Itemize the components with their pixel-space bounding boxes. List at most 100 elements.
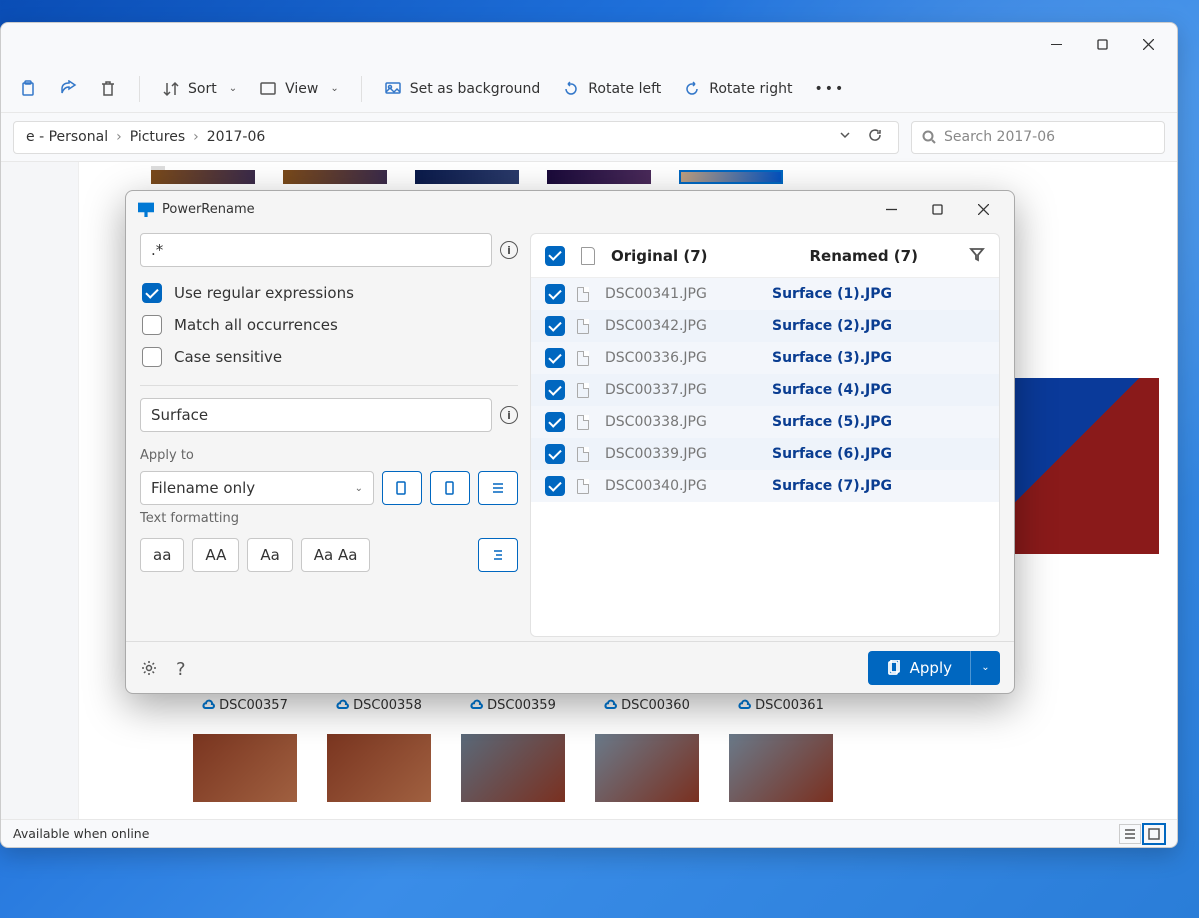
uppercase-button[interactable]: AA — [192, 538, 239, 572]
view-button[interactable]: View⌄ — [251, 72, 347, 106]
table-row[interactable]: DSC00342.JPGSurface (2).JPG — [531, 310, 999, 342]
set-background-button[interactable]: Set as background — [376, 72, 549, 106]
rotate-left-icon — [562, 80, 580, 98]
row-checkbox[interactable] — [545, 444, 565, 464]
row-checkbox[interactable] — [545, 348, 565, 368]
include-folders-button[interactable] — [430, 471, 470, 505]
file-label[interactable]: DSC00361 — [729, 698, 833, 713]
original-column-header[interactable]: Original (7) — [611, 247, 708, 265]
table-row[interactable]: DSC00339.JPGSurface (6).JPG — [531, 438, 999, 470]
file-thumbnail[interactable] — [283, 170, 387, 184]
regex-label: Use regular expressions — [174, 284, 354, 302]
breadcrumb-segment[interactable]: Pictures — [126, 129, 189, 145]
table-row[interactable]: DSC00338.JPGSurface (5).JPG — [531, 406, 999, 438]
file-icon — [577, 287, 589, 302]
regex-option[interactable]: Use regular expressions — [140, 277, 518, 309]
close-button[interactable] — [960, 194, 1006, 224]
case-label: Case sensitive — [174, 348, 282, 366]
search-input[interactable]: Search 2017-06 — [911, 121, 1165, 154]
file-thumbnail[interactable] — [461, 734, 565, 802]
file-label[interactable]: DSC00360 — [595, 698, 699, 713]
minimize-button[interactable] — [1033, 28, 1079, 60]
refresh-icon[interactable] — [868, 128, 882, 146]
include-files-button[interactable] — [382, 471, 422, 505]
share-button[interactable] — [51, 72, 85, 106]
table-row[interactable]: DSC00336.JPGSurface (3).JPG — [531, 342, 999, 374]
apply-button[interactable]: Apply ⌄ — [868, 651, 1000, 685]
row-checkbox[interactable] — [545, 412, 565, 432]
file-rows: DSC00341.JPGSurface (1).JPGDSC00342.JPGS… — [531, 278, 999, 502]
navigation-pane[interactable] — [1, 162, 79, 819]
row-checkbox[interactable] — [545, 380, 565, 400]
search-pattern-input[interactable] — [140, 233, 492, 267]
delete-button[interactable] — [91, 72, 125, 106]
file-icon — [577, 319, 589, 334]
file-thumbnail[interactable] — [193, 734, 297, 802]
select-all-checkbox[interactable] — [545, 246, 565, 266]
table-row[interactable]: DSC00341.JPGSurface (1).JPG — [531, 278, 999, 310]
close-button[interactable] — [1125, 28, 1171, 60]
file-icon — [577, 351, 589, 366]
file-thumbnail[interactable] — [151, 170, 255, 184]
cloud-icon — [202, 699, 215, 712]
checkbox-checked-icon[interactable] — [142, 283, 162, 303]
settings-panel: i Use regular expressions Match all occu… — [140, 233, 518, 637]
help-button[interactable]: ? — [176, 659, 194, 677]
dialog-footer: ? Apply ⌄ — [126, 641, 1014, 693]
replace-input[interactable] — [140, 398, 492, 432]
thumbnails-view-button[interactable] — [1143, 824, 1165, 844]
row-checkbox[interactable] — [545, 284, 565, 304]
original-filename: DSC00341.JPG — [605, 286, 760, 302]
file-thumbnail[interactable] — [1009, 378, 1159, 554]
breadcrumb-segment[interactable]: 2017-06 — [203, 129, 270, 145]
case-sensitive-option[interactable]: Case sensitive — [140, 341, 518, 373]
match-all-option[interactable]: Match all occurrences — [140, 309, 518, 341]
history-dropdown-icon[interactable] — [838, 128, 852, 146]
chevron-down-icon: ⌄ — [330, 83, 338, 94]
chevron-down-icon: ⌄ — [229, 83, 237, 94]
apply-dropdown[interactable]: ⌄ — [970, 651, 1000, 685]
table-row[interactable]: DSC00337.JPGSurface (4).JPG — [531, 374, 999, 406]
filter-icon[interactable] — [969, 246, 985, 266]
row-checkbox[interactable] — [545, 316, 565, 336]
file-thumbnail[interactable] — [327, 734, 431, 802]
settings-button[interactable] — [140, 659, 158, 677]
enumerate-button[interactable] — [478, 471, 518, 505]
file-thumbnail[interactable] — [729, 734, 833, 802]
breadcrumb-segment[interactable]: e - Personal — [22, 129, 112, 145]
info-icon[interactable]: i — [500, 406, 518, 424]
checkbox-icon[interactable] — [142, 315, 162, 335]
sort-button[interactable]: Sort⌄ — [154, 72, 245, 106]
file-label[interactable]: DSC00358 — [327, 698, 431, 713]
status-text: Available when online — [13, 826, 149, 841]
row-checkbox[interactable] — [545, 476, 565, 496]
renamed-column-header[interactable]: Renamed (7) — [810, 247, 918, 265]
renamed-filename: Surface (3).JPG — [772, 350, 892, 366]
file-thumbnail[interactable] — [547, 170, 651, 184]
more-button[interactable]: ••• — [806, 72, 853, 106]
text-align-button[interactable] — [478, 538, 518, 572]
checkbox-icon[interactable] — [142, 347, 162, 367]
breadcrumb[interactable]: e - Personal› Pictures› 2017-06 — [13, 121, 899, 154]
info-icon[interactable]: i — [500, 241, 518, 259]
file-thumbnail-selected[interactable] — [679, 170, 783, 184]
file-label[interactable]: DSC00357 — [193, 698, 297, 713]
titlecase-button[interactable]: Aa — [247, 538, 292, 572]
paste-button[interactable] — [11, 72, 45, 106]
details-view-button[interactable] — [1119, 824, 1141, 844]
maximize-button[interactable] — [914, 194, 960, 224]
apply-to-select[interactable]: Filename only ⌄ — [140, 471, 374, 505]
capitalize-each-button[interactable]: Aa Aa — [301, 538, 371, 572]
maximize-button[interactable] — [1079, 28, 1125, 60]
address-bar-row: e - Personal› Pictures› 2017-06 Search 2… — [1, 113, 1177, 161]
rotate-left-button[interactable]: Rotate left — [554, 72, 669, 106]
apply-to-label: Apply to — [140, 448, 518, 463]
file-label[interactable]: DSC00359 — [461, 698, 565, 713]
minimize-button[interactable] — [868, 194, 914, 224]
file-thumbnail[interactable] — [415, 170, 519, 184]
table-row[interactable]: DSC00340.JPGSurface (7).JPG — [531, 470, 999, 502]
file-thumbnail[interactable] — [595, 734, 699, 802]
rotate-right-button[interactable]: Rotate right — [675, 72, 800, 106]
file-icon — [577, 383, 589, 398]
lowercase-button[interactable]: aa — [140, 538, 184, 572]
